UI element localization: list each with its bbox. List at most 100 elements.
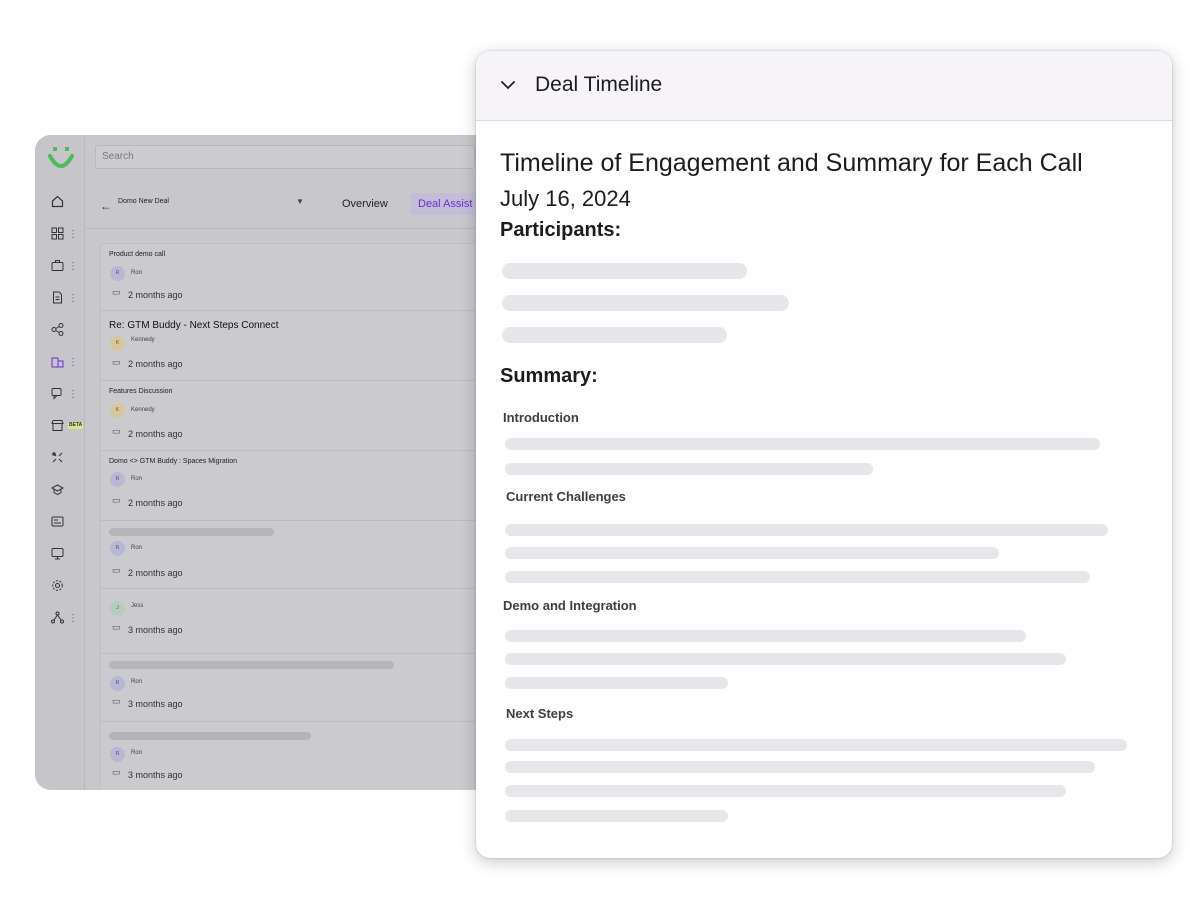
presentation-icon[interactable]	[51, 547, 73, 563]
list-item[interactable]: R Ron ▭ 3 months ago	[101, 654, 479, 722]
app-window: ⋮ ⋮ ⋮ ⋮ ⋮ BETA ⋮ Search ← Domo New Deal …	[35, 135, 495, 790]
integrations-icon[interactable]	[51, 451, 73, 467]
panel-title: Deal Timeline	[535, 73, 663, 96]
settings-icon[interactable]	[51, 579, 73, 595]
share-icon[interactable]	[51, 323, 73, 339]
call-date: 2 months ago	[128, 290, 183, 300]
network-icon[interactable]: ⋮	[51, 611, 78, 627]
list-item[interactable]: Domo <> GTM Buddy : Spaces Migration R R…	[101, 451, 479, 521]
calendar-icon: ▭	[112, 622, 121, 632]
beta-badge: BETA	[68, 422, 84, 429]
deal-toolbar: ← Domo New Deal ▼ Overview Deal Assist	[86, 179, 495, 229]
participant-placeholder	[502, 327, 727, 343]
text-placeholder	[505, 571, 1090, 583]
text-placeholder	[505, 438, 1100, 450]
panel-header[interactable]: Deal Timeline	[476, 51, 1172, 121]
text-placeholder	[505, 630, 1026, 642]
avatar: K	[110, 403, 125, 418]
list-item[interactable]: J Jess ▭ 3 months ago	[101, 589, 479, 654]
call-date: 2 months ago	[128, 568, 183, 578]
avatar: R	[110, 266, 125, 281]
calendar-icon: ▭	[112, 696, 121, 706]
tab-overview[interactable]: Overview	[342, 198, 388, 210]
list-item[interactable]: Features Discussion K Kennedy ▭ 2 months…	[101, 381, 479, 451]
learning-icon[interactable]	[51, 483, 73, 499]
chevron-down-icon[interactable]: ▼	[296, 197, 304, 206]
chevron-down-icon[interactable]	[500, 77, 516, 93]
text-placeholder	[505, 677, 728, 689]
call-person: Kennedy	[131, 407, 155, 413]
search-input[interactable]: Search	[95, 145, 475, 169]
summary-heading: Summary:	[500, 365, 598, 387]
call-person: Ron	[131, 679, 143, 685]
avatar: K	[110, 336, 125, 351]
call-title: Product demo call	[109, 251, 166, 258]
calendar-icon: ▭	[112, 767, 121, 777]
calendar-icon: ▭	[112, 287, 121, 297]
text-placeholder	[505, 761, 1095, 773]
card-icon[interactable]	[51, 515, 73, 531]
call-person: Ron	[131, 270, 143, 276]
call-date: 2 months ago	[128, 429, 183, 439]
avatar: R	[110, 472, 125, 487]
list-item[interactable]: Product demo call R Ron ▭ 2 months ago	[101, 244, 479, 311]
call-title: Re: GTM Buddy - Next Steps Connect	[109, 320, 279, 331]
avatar: R	[110, 747, 125, 762]
call-person: Ron	[131, 750, 143, 756]
call-title: Domo <> GTM Buddy : Spaces Migration	[109, 458, 237, 465]
list-item[interactable]: R Ron ▭ 3 months ago	[101, 722, 479, 790]
store-icon[interactable]: BETA	[51, 419, 84, 435]
briefcase-icon[interactable]: ⋮	[51, 259, 78, 275]
page-title: Timeline of Engagement and Summary for E…	[500, 149, 1083, 177]
call-person: Ron	[131, 476, 143, 482]
call-person: Jess	[131, 603, 144, 609]
document-icon[interactable]: ⋮	[51, 291, 78, 307]
text-placeholder	[505, 810, 728, 822]
call-list: Product demo call R Ron ▭ 2 months ago R…	[100, 243, 480, 790]
section-current-challenges: Current Challenges	[506, 489, 626, 504]
back-arrow-icon[interactable]: ←	[100, 199, 112, 213]
home-icon[interactable]	[51, 195, 73, 211]
participants-heading: Participants:	[500, 219, 622, 241]
grid-icon[interactable]: ⋮	[51, 227, 78, 243]
call-person: Ron	[131, 545, 143, 551]
call-person: Kennedy	[131, 337, 155, 343]
section-next-steps: Next Steps	[506, 706, 574, 721]
call-date: 3 months ago	[128, 699, 183, 709]
text-placeholder	[505, 739, 1127, 751]
calendar-icon: ▭	[112, 357, 121, 367]
call-title-placeholder	[109, 528, 274, 536]
text-placeholder	[505, 547, 999, 559]
calendar-icon: ▭	[112, 495, 121, 505]
text-placeholder	[505, 463, 873, 475]
deals-icon[interactable]: ⋮	[51, 355, 78, 371]
call-date: 2 months ago	[128, 359, 183, 369]
chat-icon[interactable]: ⋮	[51, 387, 78, 403]
participant-placeholder	[502, 295, 789, 311]
call-date: 2 months ago	[128, 498, 183, 508]
call-date: 3 months ago	[128, 770, 183, 780]
deal-name[interactable]: Domo New Deal	[118, 198, 169, 205]
text-placeholder	[505, 653, 1066, 665]
deal-timeline-panel: Deal Timeline Timeline of Engagement and…	[476, 51, 1172, 858]
avatar: R	[110, 541, 125, 556]
calendar-icon: ▭	[112, 426, 121, 436]
participant-placeholder	[502, 263, 747, 279]
logo-icon	[48, 147, 74, 168]
sidebar-rail: ⋮ ⋮ ⋮ ⋮ ⋮ BETA ⋮	[35, 135, 85, 790]
text-placeholder	[505, 524, 1108, 536]
call-date: 3 months ago	[128, 625, 183, 635]
call-title-placeholder	[109, 661, 394, 669]
section-introduction: Introduction	[503, 410, 579, 425]
avatar: R	[110, 676, 125, 691]
call-title: Features Discussion	[109, 388, 173, 395]
call-title-placeholder	[109, 732, 311, 740]
call-date-heading: July 16, 2024	[500, 186, 631, 211]
section-demo-integration: Demo and Integration	[503, 598, 637, 613]
list-item[interactable]: R Ron ▭ 2 months ago	[101, 521, 479, 589]
avatar: J	[110, 601, 125, 616]
tab-deal-assist[interactable]: Deal Assist	[410, 193, 481, 215]
calendar-icon: ▭	[112, 565, 121, 575]
text-placeholder	[505, 785, 1066, 797]
list-item[interactable]: Re: GTM Buddy - Next Steps Connect K Ken…	[101, 311, 479, 381]
